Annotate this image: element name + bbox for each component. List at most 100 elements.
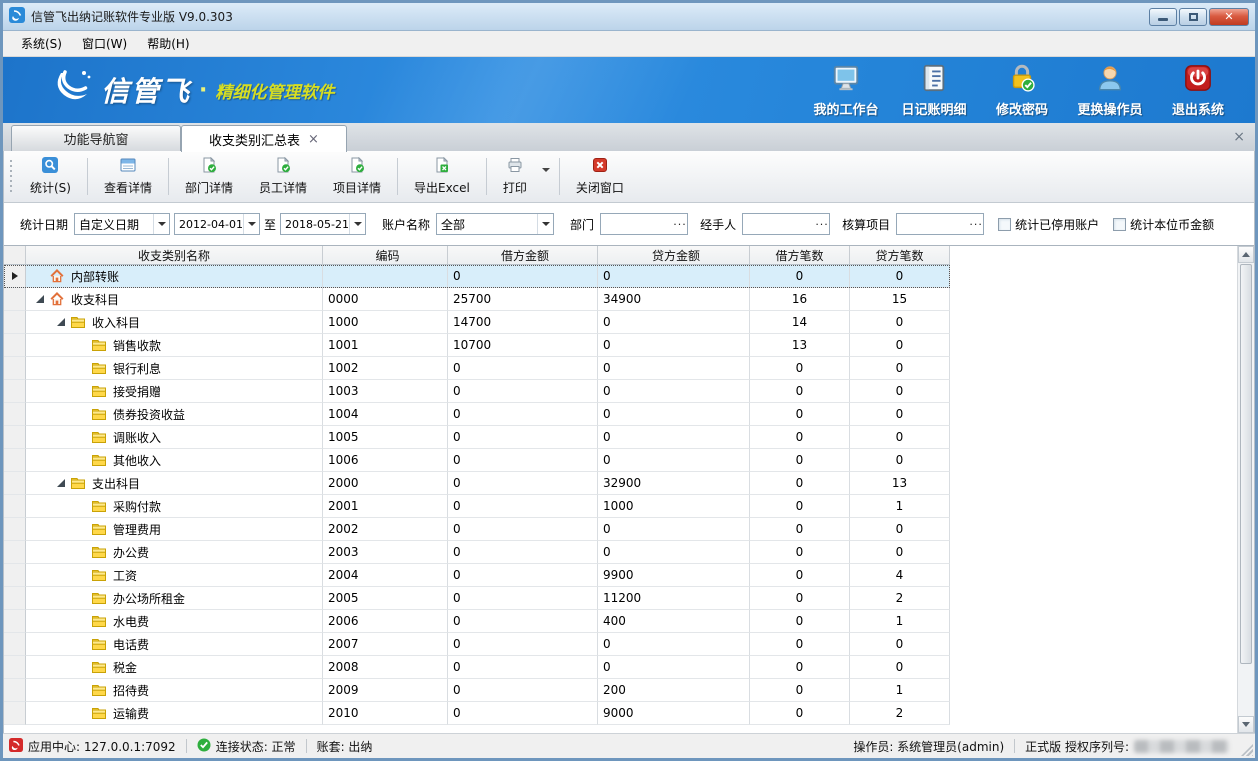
export-excel-button[interactable]: 导出Excel <box>401 154 483 199</box>
handler-input[interactable] <box>743 214 815 234</box>
category-name-cell: 招待费 <box>26 679 323 702</box>
close-window-icon <box>592 157 608 176</box>
maximize-button[interactable] <box>1179 8 1207 26</box>
code-cell: 2002 <box>323 518 448 541</box>
category-name-label: 采购付款 <box>113 498 161 515</box>
scroll-up-button[interactable] <box>1238 246 1254 263</box>
quick-change-password[interactable]: 修改密码 <box>981 60 1063 121</box>
connection-ok-icon <box>197 738 211 755</box>
column-header-code[interactable]: 编码 <box>323 246 448 265</box>
row-indicator-cell <box>4 311 26 334</box>
row-indicator-cell <box>4 702 26 725</box>
account-name-select[interactable]: 全部 <box>436 213 554 235</box>
department-details-button[interactable]: 部门详情 <box>172 154 246 199</box>
statistics-button[interactable]: 统计(S) <box>17 154 84 199</box>
table-row[interactable]: 其他收入10060000 <box>4 449 950 472</box>
table-row[interactable]: 银行利息10020000 <box>4 357 950 380</box>
credit-amount-cell: 0 <box>598 426 750 449</box>
credit-amount-cell: 0 <box>598 380 750 403</box>
resize-grip[interactable] <box>1241 744 1253 756</box>
row-indicator-cell <box>4 656 26 679</box>
table-row[interactable]: 采购付款20010100001 <box>4 495 950 518</box>
tree-expander-icon[interactable] <box>36 295 44 303</box>
credit-amount-cell: 34900 <box>598 288 750 311</box>
toolbar-grip[interactable] <box>8 160 15 193</box>
folder-icon <box>91 659 107 675</box>
column-header-credit-amount[interactable]: 贷方金额 <box>598 246 750 265</box>
table-row[interactable]: 税金20080000 <box>4 656 950 679</box>
column-header-debit-count[interactable]: 借方笔数 <box>750 246 850 265</box>
debit-count-cell: 0 <box>750 564 850 587</box>
print-dropdown-arrow-icon[interactable] <box>542 168 550 172</box>
debit-count-cell: 0 <box>750 541 850 564</box>
table-row[interactable]: 接受捐赠10030000 <box>4 380 950 403</box>
project-details-button[interactable]: 项目详情 <box>320 154 394 199</box>
table-row[interactable]: 支出科目2000032900013 <box>4 472 950 495</box>
vertical-scrollbar[interactable] <box>1237 246 1254 733</box>
accounting-project-lookup-button[interactable]: ··· <box>969 218 983 231</box>
table-row[interactable]: 运输费20100900002 <box>4 702 950 725</box>
current-row-arrow-icon <box>12 272 18 280</box>
table-row[interactable]: 内部转账0000 <box>4 265 950 288</box>
switch-operator-person-icon <box>1095 63 1125 97</box>
department-lookup-button[interactable]: ··· <box>673 218 687 231</box>
minimize-button[interactable] <box>1149 8 1177 26</box>
department-input[interactable] <box>601 214 673 234</box>
close-window-button[interactable]: 关闭窗口 <box>563 154 637 199</box>
print-button[interactable]: 打印 <box>490 154 540 199</box>
quick-journal-detail[interactable]: 日记账明细 <box>893 60 975 121</box>
table-row[interactable]: 办公费20030000 <box>4 541 950 564</box>
tab-income-expense-summary[interactable]: 收支类别汇总表 × <box>181 125 347 152</box>
table-row[interactable]: 收入科目1000147000140 <box>4 311 950 334</box>
menu-window[interactable]: 窗口(W) <box>72 31 137 56</box>
date-mode-select[interactable]: 自定义日期 <box>74 213 170 235</box>
debit-count-cell: 0 <box>750 380 850 403</box>
quick-my-workbench[interactable]: 我的工作台 <box>805 60 887 121</box>
code-cell: 1003 <box>323 380 448 403</box>
quick-exit-system[interactable]: 退出系统 <box>1157 60 1239 121</box>
table-row[interactable]: 办公场所租金200501120002 <box>4 587 950 610</box>
scroll-down-button[interactable] <box>1238 716 1254 733</box>
tabstrip-close-icon[interactable]: × <box>1233 129 1245 145</box>
table-row[interactable]: 工资20040990004 <box>4 564 950 587</box>
credit-count-cell: 0 <box>850 426 950 449</box>
table-row[interactable]: 销售收款1001107000130 <box>4 334 950 357</box>
category-name-cell: 管理费用 <box>26 518 323 541</box>
menu-help[interactable]: 帮助(H) <box>137 31 199 56</box>
column-header-debit-amount[interactable]: 借方金额 <box>448 246 598 265</box>
scrollbar-track[interactable] <box>1238 665 1254 716</box>
tab-page: 统计(S) 查看详情 部门详情 员工详情 项目详情 <box>3 151 1255 733</box>
tab-function-navigator[interactable]: 功能导航窗 <box>11 125 181 151</box>
credit-amount-cell: 0 <box>598 334 750 357</box>
table-row[interactable]: 债券投资收益10040000 <box>4 403 950 426</box>
close-button[interactable]: ✕ <box>1209 8 1249 26</box>
row-indicator-cell <box>4 587 26 610</box>
table-row[interactable]: 水电费2006040001 <box>4 610 950 633</box>
code-cell <box>323 265 448 288</box>
scrollbar-thumb[interactable] <box>1240 264 1252 664</box>
table-row[interactable]: 管理费用20020000 <box>4 518 950 541</box>
table-row[interactable]: 收支科目000025700349001615 <box>4 288 950 311</box>
tree-expander-icon[interactable] <box>57 479 65 487</box>
workbench-monitor-icon <box>831 63 861 97</box>
date-to-picker[interactable]: 2018-05-21 <box>280 213 366 235</box>
accounting-project-input[interactable] <box>897 214 969 234</box>
column-header-category[interactable]: 收支类别名称 <box>26 246 323 265</box>
summary-table-body: 内部转账0000收支科目000025700349001615收入科目100014… <box>4 265 950 725</box>
column-header-credit-count[interactable]: 贷方笔数 <box>850 246 950 265</box>
tab-close-icon[interactable]: × <box>308 132 319 147</box>
date-from-picker[interactable]: 2012-04-01 <box>174 213 260 235</box>
table-row[interactable]: 电话费20070000 <box>4 633 950 656</box>
quick-switch-operator[interactable]: 更换操作员 <box>1069 60 1151 121</box>
handler-lookup-button[interactable]: ··· <box>815 218 829 231</box>
table-row[interactable]: 调账收入10050000 <box>4 426 950 449</box>
base-currency-checkbox[interactable] <box>1113 218 1126 231</box>
tree-expander-icon[interactable] <box>57 318 65 326</box>
menu-system[interactable]: 系统(S) <box>11 31 72 56</box>
table-row[interactable]: 招待费2009020001 <box>4 679 950 702</box>
view-details-button[interactable]: 查看详情 <box>91 154 165 199</box>
category-name-label: 管理费用 <box>113 521 161 538</box>
employee-details-button[interactable]: 员工详情 <box>246 154 320 199</box>
credit-amount-cell: 0 <box>598 357 750 380</box>
include-disabled-accounts-checkbox[interactable] <box>998 218 1011 231</box>
